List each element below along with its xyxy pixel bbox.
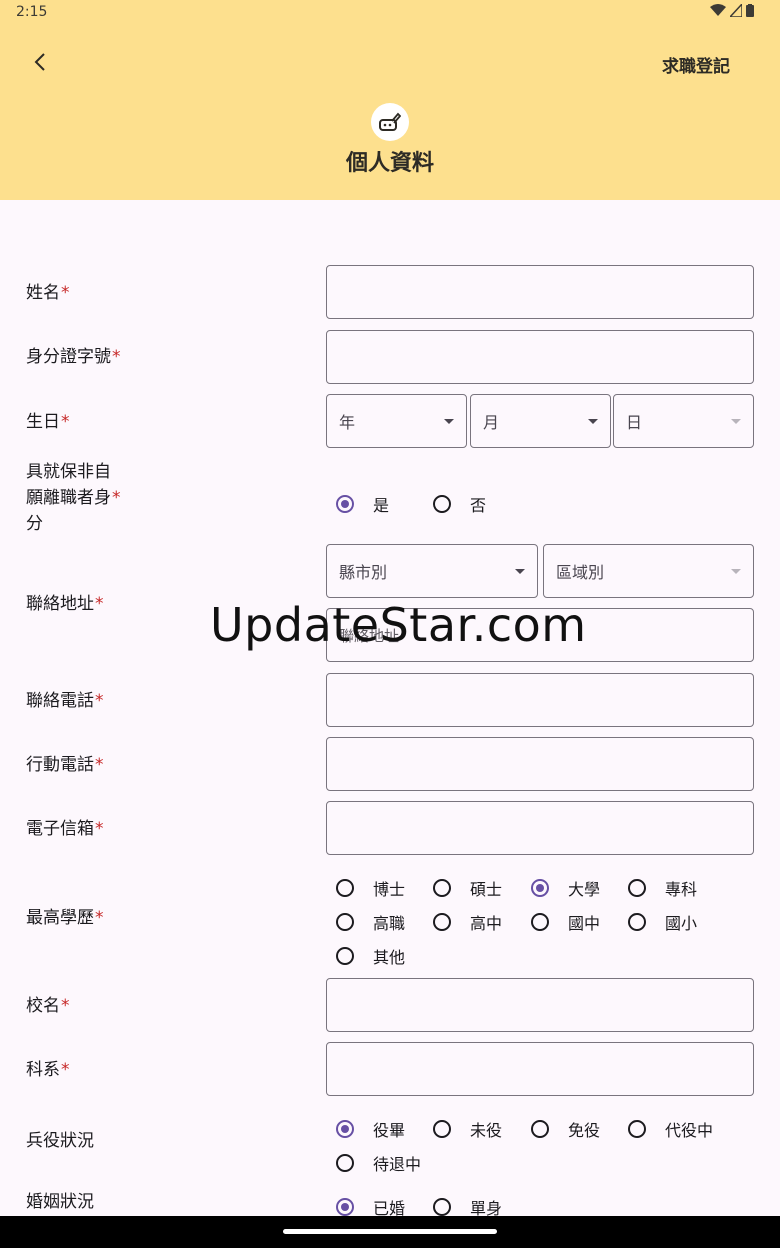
radio-unselected-icon	[336, 879, 354, 897]
mobile-label: 行動電話*	[26, 755, 104, 775]
unemployed-status-label: 具就保非自 願離職者身* 分	[26, 462, 121, 534]
birthday-label: 生日*	[26, 412, 70, 432]
name-input[interactable]	[326, 265, 754, 319]
email-label: 電子信箱*	[26, 819, 104, 839]
radio-unselected-icon	[628, 879, 646, 897]
id-number-label: 身分證字號*	[26, 347, 121, 367]
dropdown-arrow-icon	[515, 568, 525, 574]
radio-selected-icon	[336, 1120, 354, 1138]
home-gesture-handle[interactable]	[283, 1229, 497, 1234]
education-highschool-radio[interactable]: 高中	[433, 910, 502, 934]
military-alternative-radio[interactable]: 代役中	[628, 1117, 713, 1141]
radio-unselected-icon	[628, 913, 646, 931]
signal-icon	[730, 4, 742, 17]
email-input[interactable]	[326, 801, 754, 855]
education-university-radio[interactable]: 大學	[531, 876, 600, 900]
status-time: 2:15	[16, 4, 48, 20]
battery-icon	[746, 4, 754, 17]
radio-unselected-icon	[628, 1120, 646, 1138]
military-label: 兵役狀況	[26, 1131, 94, 1151]
dropdown-arrow-icon	[731, 568, 741, 574]
mobile-input[interactable]	[326, 737, 754, 791]
radio-selected-icon	[531, 879, 549, 897]
wifi-icon	[710, 4, 726, 16]
military-not-served-radio[interactable]: 未役	[433, 1117, 502, 1141]
radio-unselected-icon	[433, 879, 451, 897]
education-vocational-radio[interactable]: 高職	[336, 910, 405, 934]
unemployed-yes-radio[interactable]: 是	[336, 492, 389, 516]
department-label: 科系*	[26, 1060, 70, 1080]
military-exempt-radio[interactable]: 免役	[531, 1117, 600, 1141]
school-input[interactable]	[326, 978, 754, 1032]
radio-unselected-icon	[336, 913, 354, 931]
birth-month-select[interactable]: 月	[470, 394, 611, 448]
radio-unselected-icon	[531, 913, 549, 931]
back-button[interactable]	[24, 46, 56, 78]
education-phd-radio[interactable]: 博士	[336, 876, 405, 900]
dropdown-arrow-icon	[444, 418, 454, 424]
department-input[interactable]	[326, 1042, 754, 1096]
education-other-radio[interactable]: 其他	[336, 944, 405, 968]
education-master-radio[interactable]: 碩士	[433, 876, 502, 900]
education-elementary-radio[interactable]: 國小	[628, 910, 697, 934]
radio-unselected-icon	[433, 1120, 451, 1138]
radio-selected-icon	[336, 495, 354, 513]
job-registration-link[interactable]: 求職登記	[662, 52, 730, 77]
education-college-radio[interactable]: 專科	[628, 876, 697, 900]
phone-input[interactable]	[326, 673, 754, 727]
radio-selected-icon	[336, 1198, 354, 1216]
dropdown-arrow-icon	[588, 418, 598, 424]
phone-label: 聯絡電話*	[26, 691, 104, 711]
page-title: 個人資料	[345, 151, 434, 176]
birth-year-select[interactable]: 年	[326, 394, 467, 448]
education-label: 最高學歷*	[26, 908, 104, 928]
radio-unselected-icon	[336, 1154, 354, 1172]
unemployed-no-radio[interactable]: 否	[433, 492, 486, 516]
district-select[interactable]: 區域別	[543, 544, 754, 598]
radio-unselected-icon	[336, 947, 354, 965]
watermark: UpdateStar.com	[210, 598, 587, 652]
radio-unselected-icon	[531, 1120, 549, 1138]
city-select[interactable]: 縣市別	[326, 544, 538, 598]
birth-day-select[interactable]: 日	[613, 394, 754, 448]
school-label: 校名*	[26, 996, 70, 1016]
address-label: 聯絡地址*	[26, 594, 104, 614]
id-number-input[interactable]	[326, 330, 754, 384]
edit-profile-icon	[371, 103, 409, 141]
chevron-left-icon	[34, 53, 45, 71]
name-label: 姓名*	[26, 283, 70, 303]
radio-unselected-icon	[433, 495, 451, 513]
military-done-radio[interactable]: 役畢	[336, 1117, 405, 1141]
military-pending-radio[interactable]: 待退中	[336, 1151, 421, 1175]
radio-unselected-icon	[433, 913, 451, 931]
status-icons	[710, 4, 754, 17]
app-header: 2:15 求職登記 個人資料	[0, 0, 780, 200]
radio-unselected-icon	[433, 1198, 451, 1216]
education-junior-radio[interactable]: 國中	[531, 910, 600, 934]
marital-label: 婚姻狀況	[26, 1192, 94, 1212]
dropdown-arrow-icon	[731, 418, 741, 424]
